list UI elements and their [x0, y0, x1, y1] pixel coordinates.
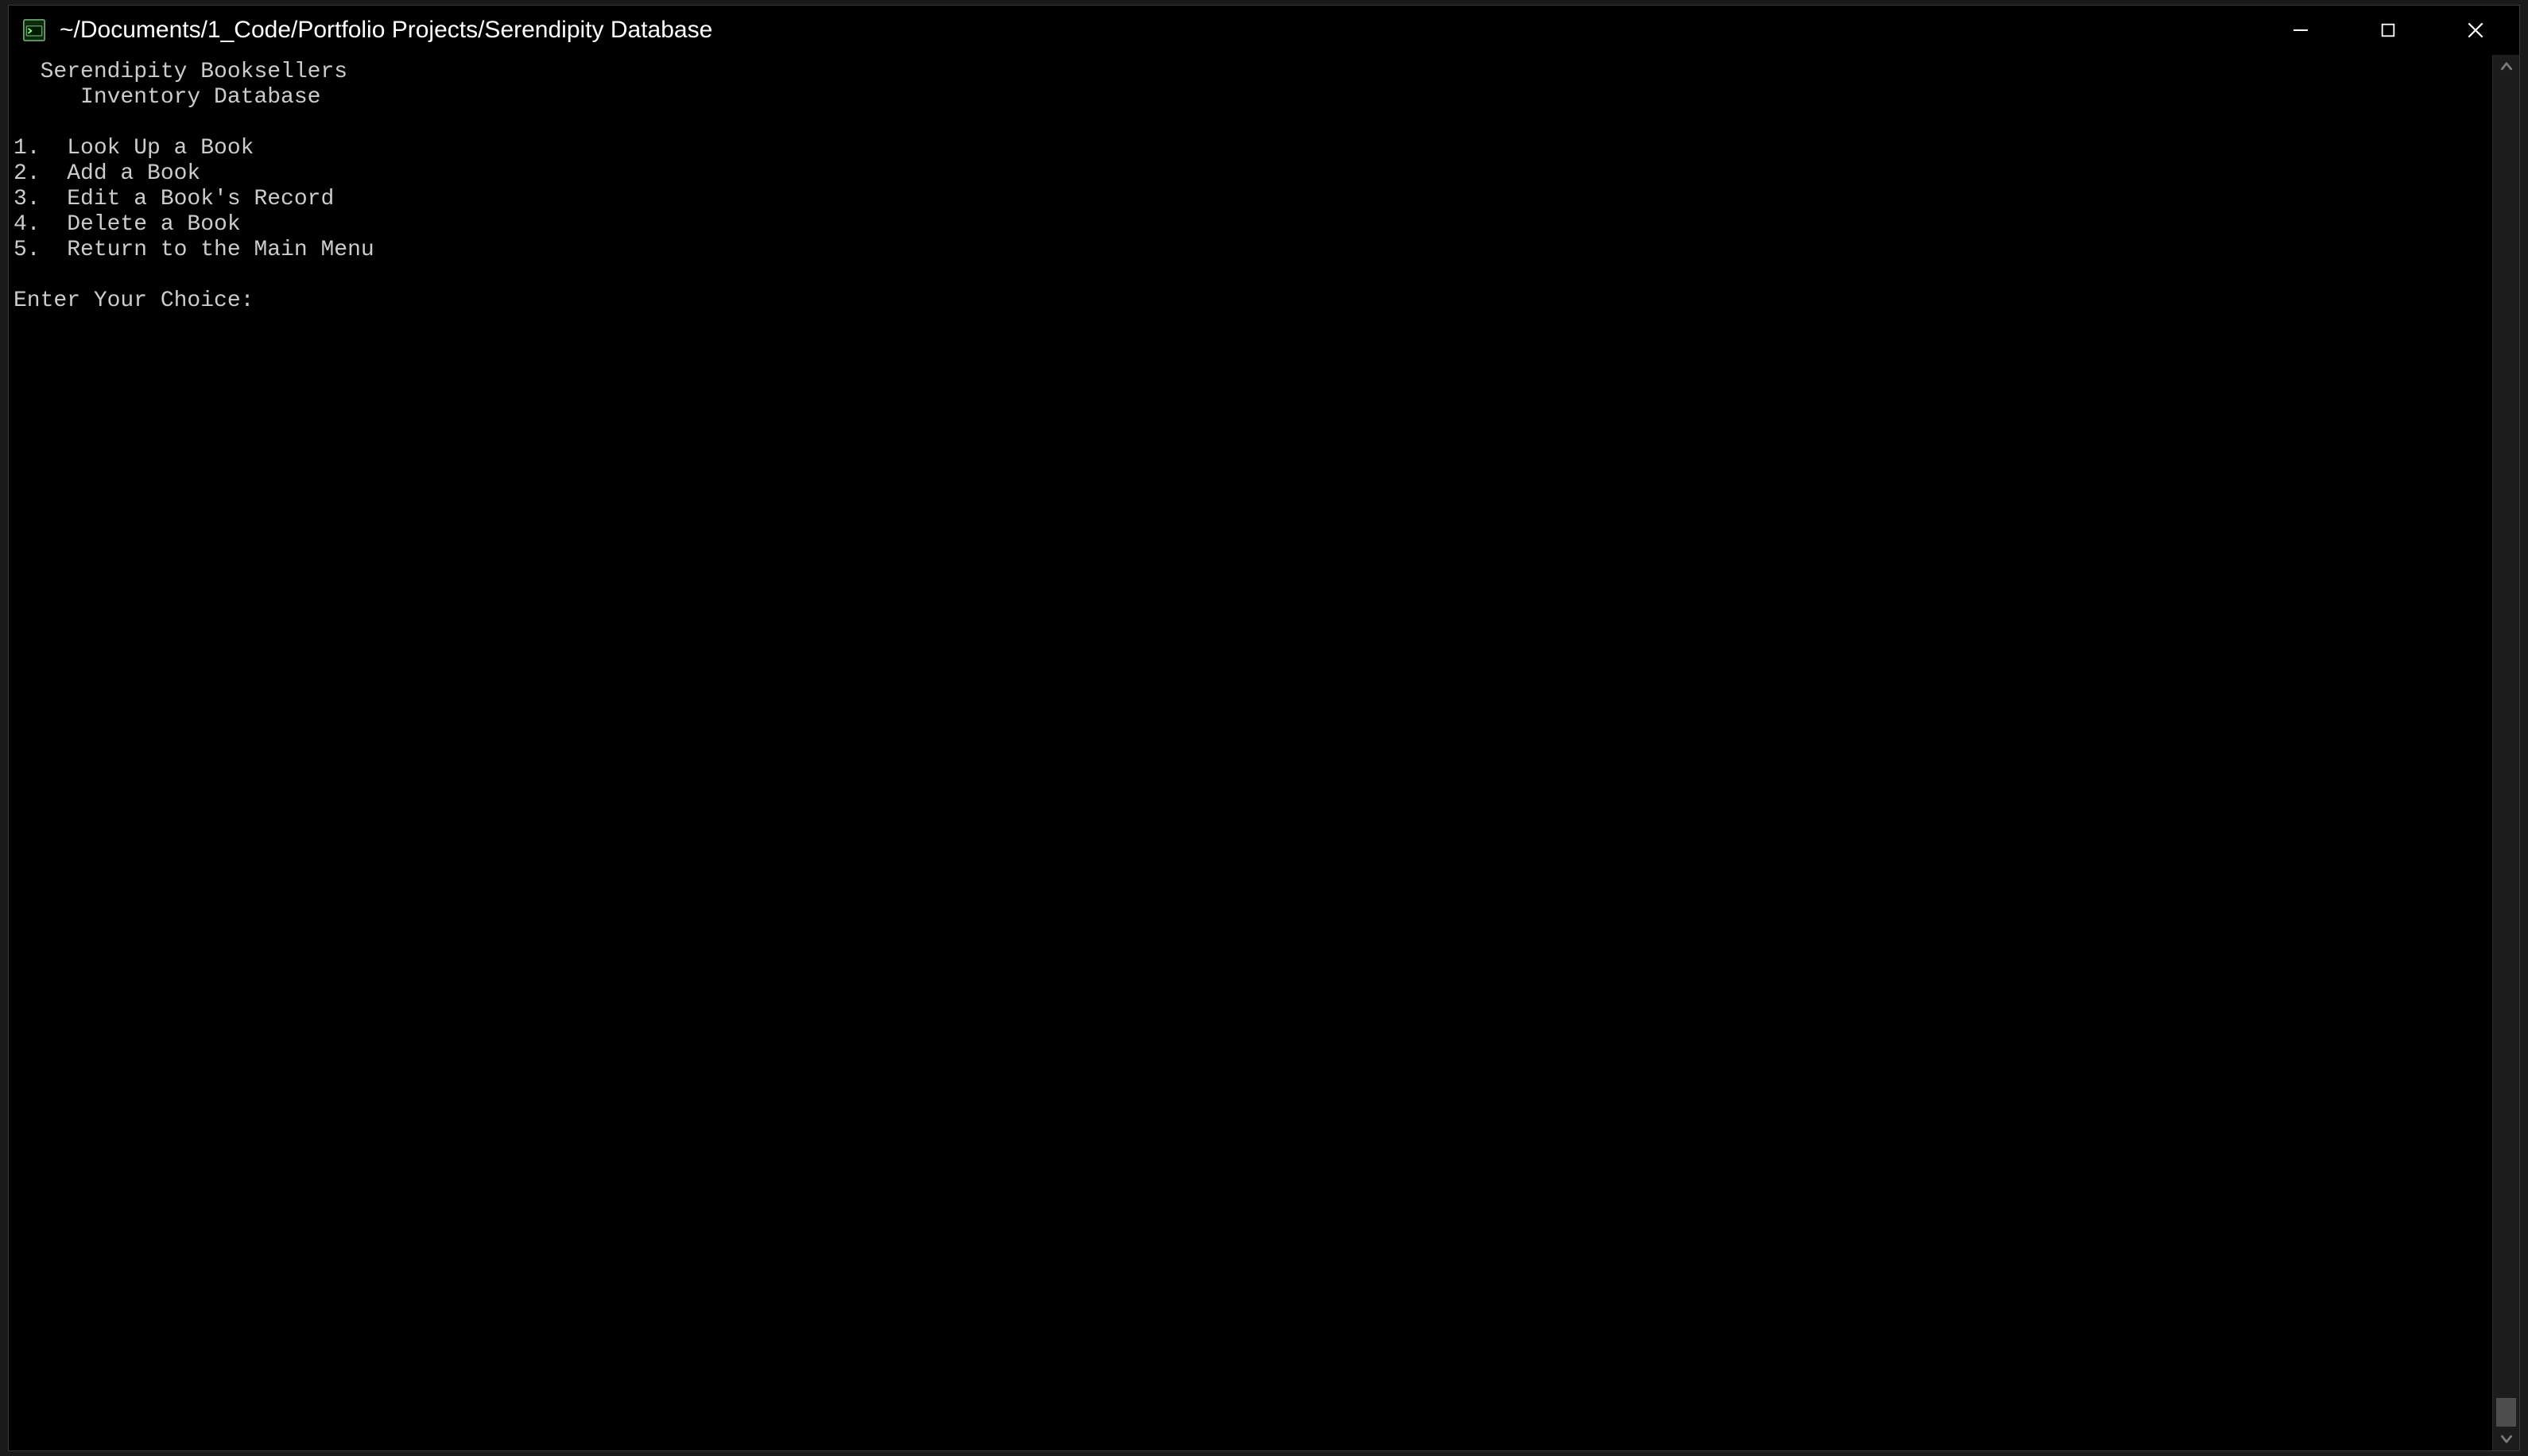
- scrollbar-track[interactable]: [2493, 79, 2519, 1427]
- terminal-output[interactable]: Serendipity Booksellers Inventory Databa…: [9, 55, 2492, 1450]
- window-controls: [2257, 6, 2519, 55]
- terminal-window: ~/Documents/1_Code/Portfolio Projects/Se…: [8, 5, 2520, 1451]
- scroll-down-arrow-icon[interactable]: [2493, 1427, 2519, 1450]
- maximize-button[interactable]: [2344, 6, 2432, 55]
- scroll-up-arrow-icon[interactable]: [2493, 55, 2519, 79]
- client-area: Serendipity Booksellers Inventory Databa…: [9, 55, 2519, 1450]
- vertical-scrollbar[interactable]: [2492, 55, 2519, 1450]
- window-title: ~/Documents/1_Code/Portfolio Projects/Se…: [60, 17, 712, 44]
- close-button[interactable]: [2432, 6, 2519, 55]
- scrollbar-thumb[interactable]: [2496, 1398, 2516, 1427]
- app-icon: [23, 19, 45, 41]
- minimize-button[interactable]: [2257, 6, 2344, 55]
- titlebar[interactable]: ~/Documents/1_Code/Portfolio Projects/Se…: [9, 6, 2519, 55]
